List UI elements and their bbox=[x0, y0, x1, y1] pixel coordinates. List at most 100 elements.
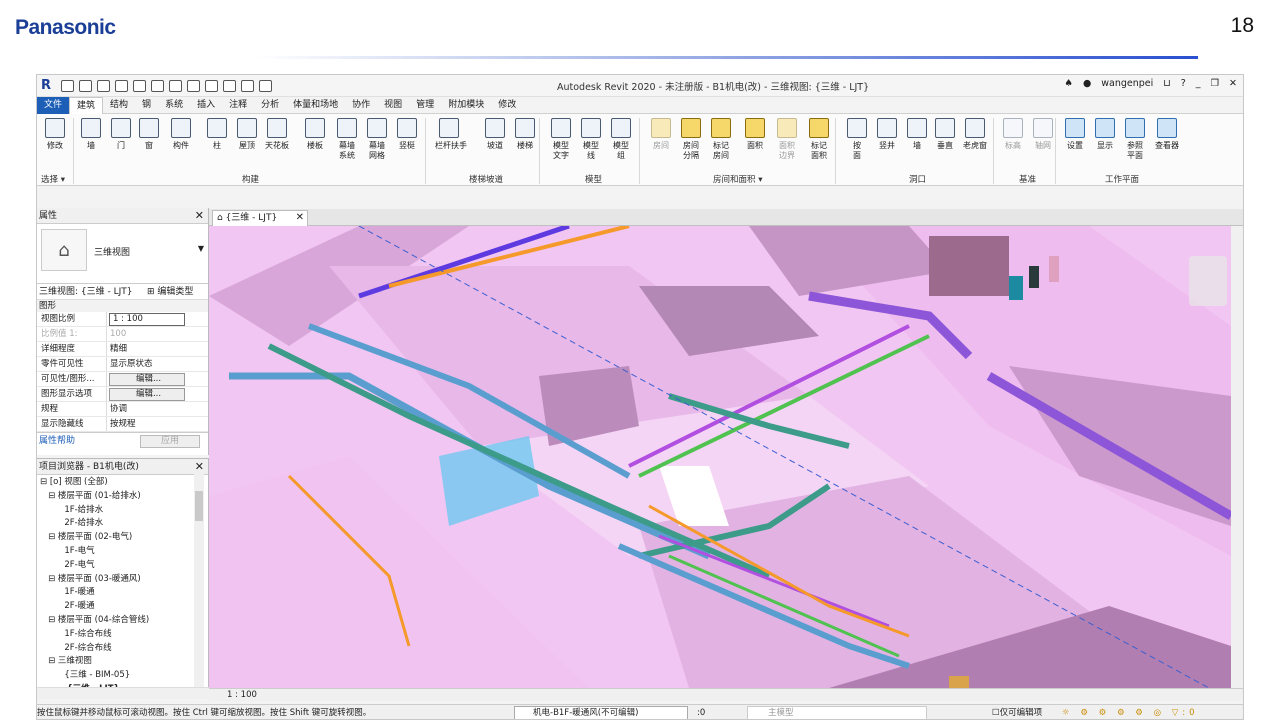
ribbon-group-label[interactable]: 选择 ▾ bbox=[41, 173, 65, 185]
ribbon-tool-32[interactable]: 显示 bbox=[1091, 118, 1119, 151]
browser-item[interactable]: ⊟ [o] 视图 (全部) bbox=[37, 476, 208, 490]
open-icon[interactable] bbox=[61, 79, 74, 92]
ribbon-tool-9[interactable]: 幕墙 系统 bbox=[333, 118, 361, 161]
ribbon-tool-14[interactable]: 楼梯 bbox=[511, 118, 539, 151]
category-graphics[interactable]: 图形 bbox=[37, 300, 208, 312]
browser-horizontal-scrollbar[interactable] bbox=[37, 687, 209, 699]
browser-item[interactable]: 1F-综合布线 bbox=[37, 628, 208, 642]
workset-selector[interactable]: 机电-B1F-暖通风(不可编辑) bbox=[514, 706, 688, 719]
tab-13[interactable]: 修改 bbox=[491, 97, 523, 114]
ribbon-tool-10[interactable]: 幕墙 网格 bbox=[363, 118, 391, 161]
ribbon-tool-5[interactable]: 柱 bbox=[203, 118, 231, 151]
ribbon-tool-30[interactable]: 轴网 bbox=[1029, 118, 1057, 151]
close-icon[interactable]: ✕ bbox=[296, 211, 304, 225]
ribbon-group-label[interactable]: 工作平面 bbox=[1105, 173, 1139, 185]
ribbon-group-label[interactable]: 房间和面积 ▾ bbox=[713, 173, 762, 185]
property-value[interactable]: 1 : 100 bbox=[109, 313, 185, 326]
browser-item[interactable]: ⊟ 楼层平面 (02-电气) bbox=[37, 531, 208, 545]
minimize-button[interactable]: _ bbox=[1196, 78, 1201, 89]
ribbon-tool-26[interactable]: 墙 bbox=[903, 118, 931, 151]
tab-11[interactable]: 管理 bbox=[409, 97, 441, 114]
ribbon-group-label[interactable]: 基准 bbox=[1019, 173, 1036, 185]
browser-item[interactable]: 2F-综合布线 bbox=[37, 642, 208, 656]
close-icon[interactable]: ✕ bbox=[195, 208, 204, 224]
ribbon-tool-34[interactable]: 查看器 bbox=[1153, 118, 1181, 151]
tab-3[interactable]: 钢 bbox=[135, 97, 158, 114]
view-scale[interactable]: 1 : 100 bbox=[227, 689, 257, 701]
browser-item[interactable]: 2F-给排水 bbox=[37, 517, 208, 531]
type-selector[interactable]: ⌂ 三维视图 ▼ bbox=[37, 224, 208, 284]
search-icon[interactable]: ♠ bbox=[1064, 78, 1073, 89]
browser-item[interactable]: 1F-电气 bbox=[37, 545, 208, 559]
browser-item[interactable]: 1F-暖通 bbox=[37, 586, 208, 600]
print-icon[interactable] bbox=[151, 79, 164, 92]
ribbon-group-label[interactable]: 洞口 bbox=[909, 173, 926, 185]
browser-item[interactable]: 1F-给排水 bbox=[37, 504, 208, 518]
user-name[interactable]: wangenpei bbox=[1101, 78, 1153, 89]
ribbon-tool-2[interactable]: 门 bbox=[107, 118, 135, 151]
tab-0[interactable]: 文件 bbox=[37, 96, 70, 114]
ribbon-tool-31[interactable]: 设置 bbox=[1061, 118, 1089, 151]
viewport-scrollbar[interactable] bbox=[1231, 226, 1243, 688]
redo-icon[interactable] bbox=[133, 79, 146, 92]
edit-type-button[interactable]: ⊞ 编辑类型 bbox=[147, 284, 193, 300]
sync-icon[interactable] bbox=[97, 79, 110, 92]
ribbon-tool-24[interactable]: 按 面 bbox=[843, 118, 871, 161]
ribbon-tool-15[interactable]: 模型 文字 bbox=[547, 118, 575, 161]
user-icon[interactable]: ● bbox=[1083, 78, 1091, 89]
ribbon-tool-3[interactable]: 窗 bbox=[135, 118, 163, 151]
ribbon-tool-28[interactable]: 老虎窗 bbox=[961, 118, 989, 151]
properties-help-link[interactable]: 属性帮助 bbox=[39, 436, 75, 446]
3d-viewport[interactable] bbox=[209, 226, 1231, 688]
tab-2[interactable]: 结构 bbox=[103, 97, 135, 114]
chevron-down-icon[interactable]: ▼ bbox=[198, 244, 204, 253]
ribbon-tool-33[interactable]: 参照 平面 bbox=[1121, 118, 1149, 161]
thin-lines-icon[interactable] bbox=[241, 79, 254, 92]
ribbon-tool-20[interactable]: 标记 房间 bbox=[707, 118, 735, 161]
tab-10[interactable]: 视图 bbox=[377, 97, 409, 114]
ribbon-tool-19[interactable]: 房间 分隔 bbox=[677, 118, 705, 161]
browser-item[interactable]: ⊟ 楼层平面 (01-给排水) bbox=[37, 490, 208, 504]
view-selector[interactable]: 三维视图: {三维 - LJT} ⊞ 编辑类型 bbox=[37, 284, 208, 300]
tab-4[interactable]: 系统 bbox=[158, 97, 190, 114]
ribbon-tool-22[interactable]: 面积 边界 bbox=[773, 118, 801, 161]
browser-item[interactable]: ⊟ 楼层平面 (04-综合管线) bbox=[37, 614, 208, 628]
revit-logo[interactable]: R bbox=[41, 78, 55, 93]
design-option-selector[interactable]: 主模型 bbox=[747, 706, 927, 719]
apply-button[interactable]: 应用 bbox=[140, 435, 200, 448]
view-tab-3d[interactable]: ⌂ {三维 - LJT} ✕ bbox=[212, 210, 308, 226]
ribbon-tool-0[interactable]: 修改 bbox=[41, 118, 69, 151]
browser-item[interactable]: ⊟ 三维视图 bbox=[37, 655, 208, 669]
section-icon[interactable] bbox=[223, 79, 236, 92]
tab-5[interactable]: 插入 bbox=[190, 97, 222, 114]
measure-icon[interactable] bbox=[169, 79, 182, 92]
browser-item[interactable]: {三维 - BIM-05} bbox=[37, 669, 208, 683]
ribbon-tool-27[interactable]: 垂直 bbox=[931, 118, 959, 151]
ribbon-tool-7[interactable]: 天花板 bbox=[263, 118, 291, 151]
ribbon-tool-23[interactable]: 标记 面积 bbox=[805, 118, 833, 161]
ribbon-tool-29[interactable]: 标高 bbox=[999, 118, 1027, 151]
ribbon-tool-18[interactable]: 房间 bbox=[647, 118, 675, 151]
browser-item[interactable]: 2F-暖通 bbox=[37, 600, 208, 614]
save-icon[interactable] bbox=[79, 79, 92, 92]
switch-windows-icon[interactable] bbox=[259, 79, 272, 92]
ribbon-tool-1[interactable]: 墙 bbox=[77, 118, 105, 151]
ribbon-group-label[interactable]: 构建 bbox=[242, 173, 259, 185]
ribbon-tool-13[interactable]: 坡道 bbox=[481, 118, 509, 151]
selection-filter-icons[interactable]: ☼ ⚙ ⚙ ⚙ ⚙ ◎ ▽:0 bbox=[1062, 705, 1199, 719]
browser-scrollbar[interactable] bbox=[194, 471, 204, 693]
restore-button[interactable]: ❐ bbox=[1211, 78, 1220, 89]
ribbon-group-label[interactable]: 楼梯坡道 bbox=[469, 173, 503, 185]
help-icon[interactable]: ? bbox=[1181, 78, 1186, 89]
tab-12[interactable]: 附加模块 bbox=[441, 97, 491, 114]
editable-only-checkbox[interactable]: ☐仅可编辑项 bbox=[992, 705, 1042, 719]
ribbon-tool-21[interactable]: 面积 bbox=[741, 118, 769, 151]
tab-9[interactable]: 协作 bbox=[345, 97, 377, 114]
model-canvas[interactable] bbox=[209, 226, 1231, 688]
ribbon-tool-8[interactable]: 楼板 bbox=[301, 118, 329, 151]
tab-7[interactable]: 分析 bbox=[254, 97, 286, 114]
property-value[interactable]: 编辑... bbox=[109, 388, 185, 401]
property-value[interactable]: 编辑... bbox=[109, 373, 185, 386]
ribbon-tool-17[interactable]: 模型 组 bbox=[607, 118, 635, 161]
ribbon-tool-12[interactable]: 栏杆扶手 bbox=[435, 118, 467, 151]
